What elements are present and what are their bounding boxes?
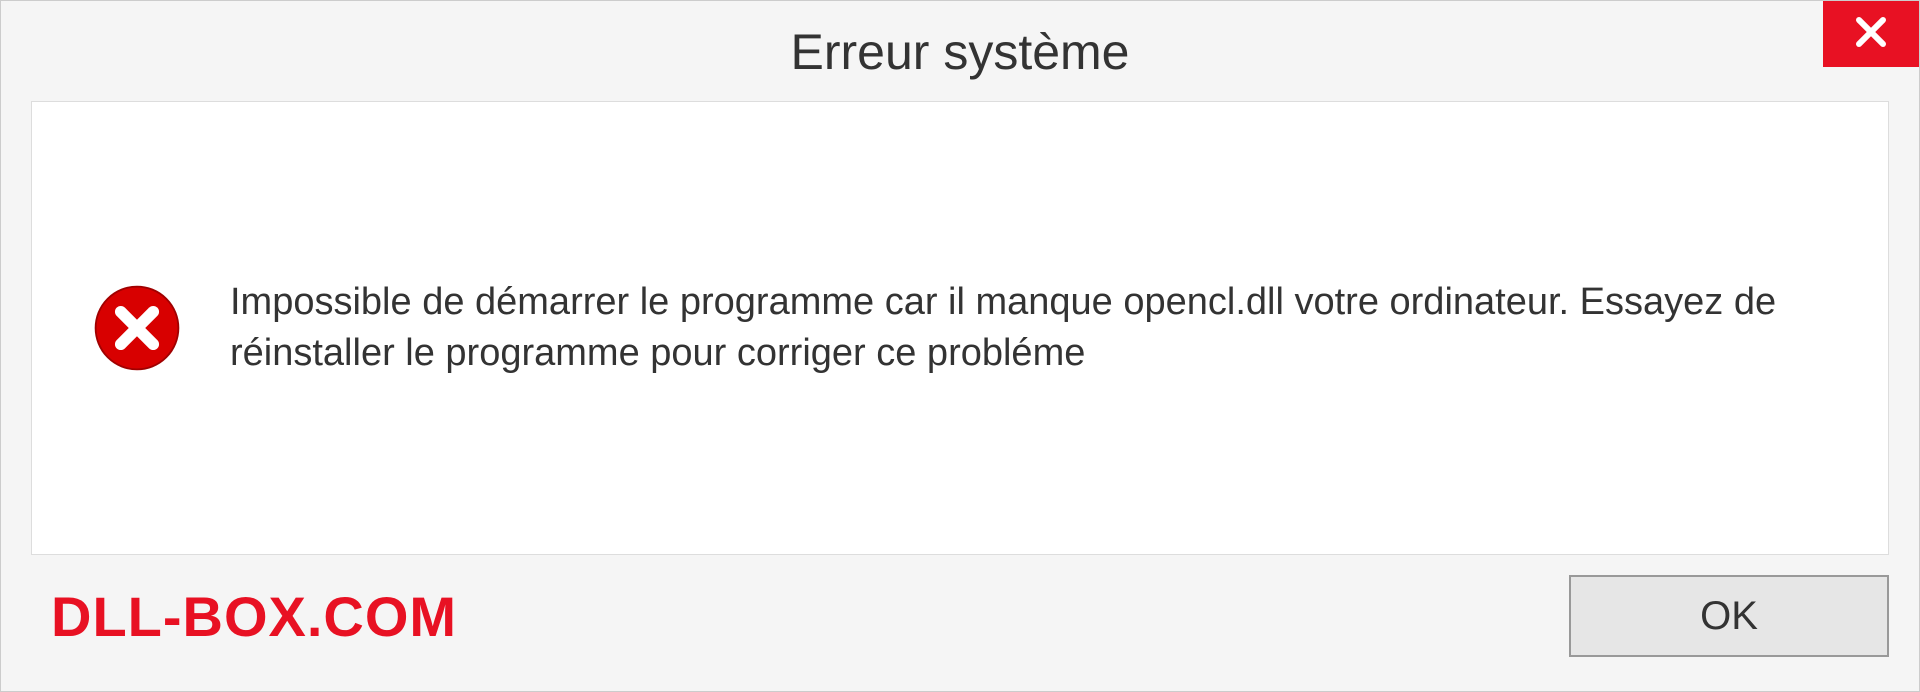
- ok-button[interactable]: OK: [1569, 575, 1889, 657]
- error-icon: [92, 283, 182, 373]
- titlebar: Erreur système: [1, 1, 1919, 101]
- dialog-title: Erreur système: [791, 23, 1130, 81]
- content-area: Impossible de démarrer le programme car …: [31, 101, 1889, 555]
- error-message: Impossible de démarrer le programme car …: [230, 277, 1828, 380]
- ok-button-label: OK: [1700, 594, 1758, 639]
- watermark-text: DLL-BOX.COM: [31, 584, 457, 649]
- footer: DLL-BOX.COM OK: [1, 575, 1919, 691]
- close-icon: [1853, 14, 1889, 55]
- close-button[interactable]: [1823, 1, 1919, 67]
- error-dialog: Erreur système Impossible de démarrer le…: [0, 0, 1920, 692]
